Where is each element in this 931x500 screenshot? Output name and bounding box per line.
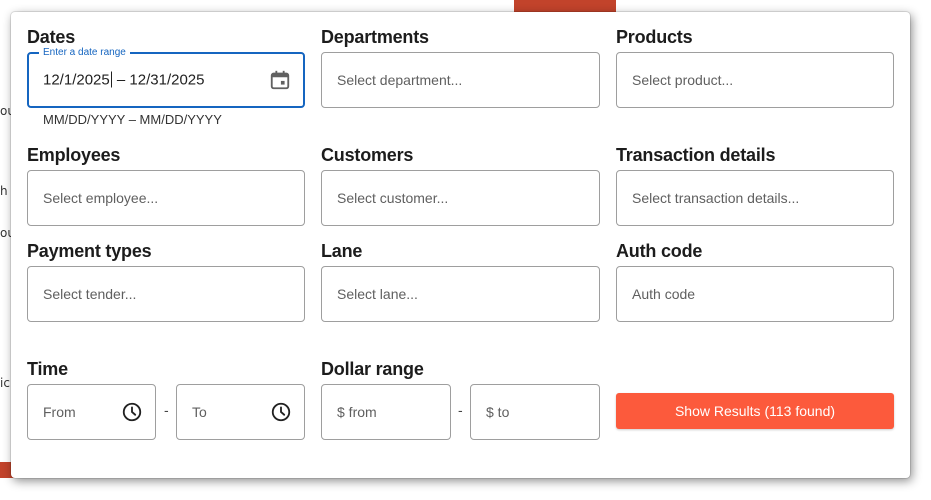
- time-from-input[interactable]: From: [27, 384, 156, 440]
- product-placeholder: Select product...: [632, 72, 734, 88]
- transaction-details-label: Transaction details: [616, 145, 776, 165]
- auth-code-label: Auth code: [616, 241, 703, 261]
- background-header-strip: [514, 0, 616, 12]
- dollar-from-input[interactable]: $ from: [321, 384, 451, 440]
- clock-icon[interactable]: [121, 401, 143, 423]
- product-select[interactable]: Select product...: [616, 52, 894, 108]
- dollar-from-placeholder: $ from: [337, 404, 377, 420]
- customer-placeholder: Select customer...: [337, 190, 449, 206]
- customers-label: Customers: [321, 145, 414, 165]
- filter-panel: Dates Enter a date range 12/1/2025 – 12/…: [11, 12, 910, 478]
- dollar-to-input[interactable]: $ to: [470, 384, 600, 440]
- date-end-value[interactable]: 12/31/2025: [129, 72, 204, 89]
- customer-select[interactable]: Select customer...: [321, 170, 600, 226]
- tender-placeholder: Select tender...: [43, 286, 137, 302]
- lane-label: Lane: [321, 241, 363, 261]
- show-results-button[interactable]: Show Results (113 found): [616, 393, 894, 429]
- tender-select[interactable]: Select tender...: [27, 266, 305, 322]
- department-select[interactable]: Select department...: [321, 52, 600, 108]
- clock-icon[interactable]: [270, 401, 292, 423]
- dollar-to-placeholder: $ to: [486, 404, 510, 420]
- date-format-hint: MM/DD/YYYY – MM/DD/YYYY: [43, 112, 222, 127]
- lane-select[interactable]: Select lane...: [321, 266, 600, 322]
- transaction-details-placeholder: Select transaction details...: [632, 190, 800, 206]
- dollar-range-separator: -: [458, 402, 463, 418]
- time-label: Time: [27, 359, 68, 379]
- date-start-value[interactable]: 12/1/2025: [43, 72, 110, 89]
- employee-placeholder: Select employee...: [43, 190, 159, 206]
- date-range-value[interactable]: 12/1/2025 – 12/31/2025: [43, 71, 205, 89]
- time-from-placeholder: From: [43, 404, 76, 420]
- dollar-range-label: Dollar range: [321, 359, 424, 379]
- dates-label: Dates: [27, 27, 76, 47]
- employee-select[interactable]: Select employee...: [27, 170, 305, 226]
- employees-label: Employees: [27, 145, 121, 165]
- payment-types-label: Payment types: [27, 241, 152, 261]
- department-placeholder: Select department...: [337, 72, 463, 88]
- calendar-icon[interactable]: [269, 69, 291, 91]
- lane-placeholder: Select lane...: [337, 286, 418, 302]
- text-caret: [110, 71, 112, 88]
- time-to-placeholder: To: [192, 404, 207, 420]
- background-text: ic: [0, 376, 10, 390]
- products-label: Products: [616, 27, 693, 47]
- background-text: h: [0, 184, 8, 198]
- time-range-separator: -: [164, 402, 169, 418]
- auth-code-placeholder: Auth code: [632, 286, 696, 302]
- date-separator: –: [116, 71, 126, 89]
- date-range-floating-label: Enter a date range: [39, 46, 130, 60]
- date-range-input[interactable]: Enter a date range 12/1/2025 – 12/31/202…: [27, 46, 305, 108]
- departments-label: Departments: [321, 27, 429, 47]
- time-to-input[interactable]: To: [176, 384, 305, 440]
- auth-code-input[interactable]: Auth code: [616, 266, 894, 322]
- transaction-details-select[interactable]: Select transaction details...: [616, 170, 894, 226]
